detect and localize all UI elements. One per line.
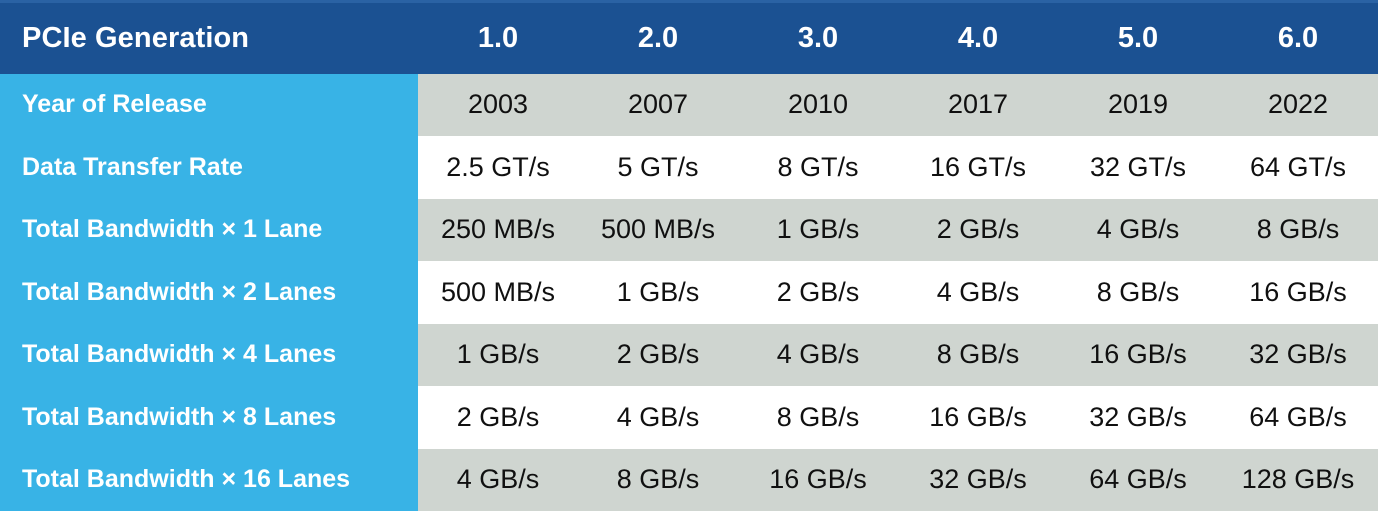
table-cell: 8 GB/s: [898, 324, 1058, 387]
table-cell: 64 GB/s: [1218, 386, 1378, 449]
table-cell: 2 GB/s: [418, 386, 578, 449]
pcie-specification-table: PCIe Generation 1.0 2.0 3.0 4.0 5.0 6.0 …: [0, 0, 1378, 511]
table-cell: 4 GB/s: [898, 261, 1058, 324]
table-cell: 64 GB/s: [1058, 449, 1218, 511]
table-cell: 8 GB/s: [1058, 261, 1218, 324]
table-cell: 500 MB/s: [418, 261, 578, 324]
table-cell: 16 GB/s: [1218, 261, 1378, 324]
table-row: Year of Release200320072010201720192022: [0, 74, 1378, 137]
table-cell: 16 GT/s: [898, 136, 1058, 199]
row-label: Total Bandwidth × 1 Lane: [0, 199, 418, 262]
row-label: Total Bandwidth × 2 Lanes: [0, 261, 418, 324]
table-cell: 1 GB/s: [418, 324, 578, 387]
table-cell: 4 GB/s: [1058, 199, 1218, 262]
table-cell: 2.5 GT/s: [418, 136, 578, 199]
header-generation-1: 1.0: [418, 2, 578, 74]
header-generation-4: 4.0: [898, 2, 1058, 74]
table-header: PCIe Generation 1.0 2.0 3.0 4.0 5.0 6.0: [0, 2, 1378, 74]
table-cell: 128 GB/s: [1218, 449, 1378, 511]
table-cell: 500 MB/s: [578, 199, 738, 262]
table-cell: 2010: [738, 74, 898, 137]
table-cell: 1 GB/s: [578, 261, 738, 324]
header-generation-2: 2.0: [578, 2, 738, 74]
table-cell: 4 GB/s: [578, 386, 738, 449]
table-cell: 2 GB/s: [898, 199, 1058, 262]
table-cell: 2007: [578, 74, 738, 137]
table-row: Total Bandwidth × 8 Lanes2 GB/s4 GB/s8 G…: [0, 386, 1378, 449]
table-cell: 32 GB/s: [1218, 324, 1378, 387]
table-cell: 8 GB/s: [578, 449, 738, 511]
table-row: Total Bandwidth × 16 Lanes4 GB/s8 GB/s16…: [0, 449, 1378, 511]
table-row: Total Bandwidth × 2 Lanes500 MB/s1 GB/s2…: [0, 261, 1378, 324]
header-corner-label: PCIe Generation: [0, 2, 418, 74]
table-cell: 16 GB/s: [1058, 324, 1218, 387]
table-cell: 8 GB/s: [738, 386, 898, 449]
row-label: Total Bandwidth × 16 Lanes: [0, 449, 418, 511]
table-body: Year of Release200320072010201720192022D…: [0, 74, 1378, 511]
table-cell: 32 GT/s: [1058, 136, 1218, 199]
table-cell: 8 GT/s: [738, 136, 898, 199]
table-cell: 250 MB/s: [418, 199, 578, 262]
table-cell: 16 GB/s: [898, 386, 1058, 449]
table-cell: 2003: [418, 74, 578, 137]
table-cell: 64 GT/s: [1218, 136, 1378, 199]
table-cell: 5 GT/s: [578, 136, 738, 199]
header-row: PCIe Generation 1.0 2.0 3.0 4.0 5.0 6.0: [0, 2, 1378, 74]
header-generation-3: 3.0: [738, 2, 898, 74]
table-row: Total Bandwidth × 4 Lanes1 GB/s2 GB/s4 G…: [0, 324, 1378, 387]
table-cell: 2017: [898, 74, 1058, 137]
table-cell: 4 GB/s: [738, 324, 898, 387]
table-cell: 2 GB/s: [578, 324, 738, 387]
table-row: Data Transfer Rate2.5 GT/s5 GT/s8 GT/s16…: [0, 136, 1378, 199]
table-row: Total Bandwidth × 1 Lane250 MB/s500 MB/s…: [0, 199, 1378, 262]
row-label: Data Transfer Rate: [0, 136, 418, 199]
table-cell: 1 GB/s: [738, 199, 898, 262]
row-label: Total Bandwidth × 4 Lanes: [0, 324, 418, 387]
header-generation-5: 5.0: [1058, 2, 1218, 74]
table-cell: 2022: [1218, 74, 1378, 137]
table-cell: 4 GB/s: [418, 449, 578, 511]
table-cell: 32 GB/s: [1058, 386, 1218, 449]
row-label: Year of Release: [0, 74, 418, 137]
table-cell: 2019: [1058, 74, 1218, 137]
table-cell: 2 GB/s: [738, 261, 898, 324]
table-cell: 32 GB/s: [898, 449, 1058, 511]
header-generation-6: 6.0: [1218, 2, 1378, 74]
table-cell: 8 GB/s: [1218, 199, 1378, 262]
row-label: Total Bandwidth × 8 Lanes: [0, 386, 418, 449]
table-cell: 16 GB/s: [738, 449, 898, 511]
